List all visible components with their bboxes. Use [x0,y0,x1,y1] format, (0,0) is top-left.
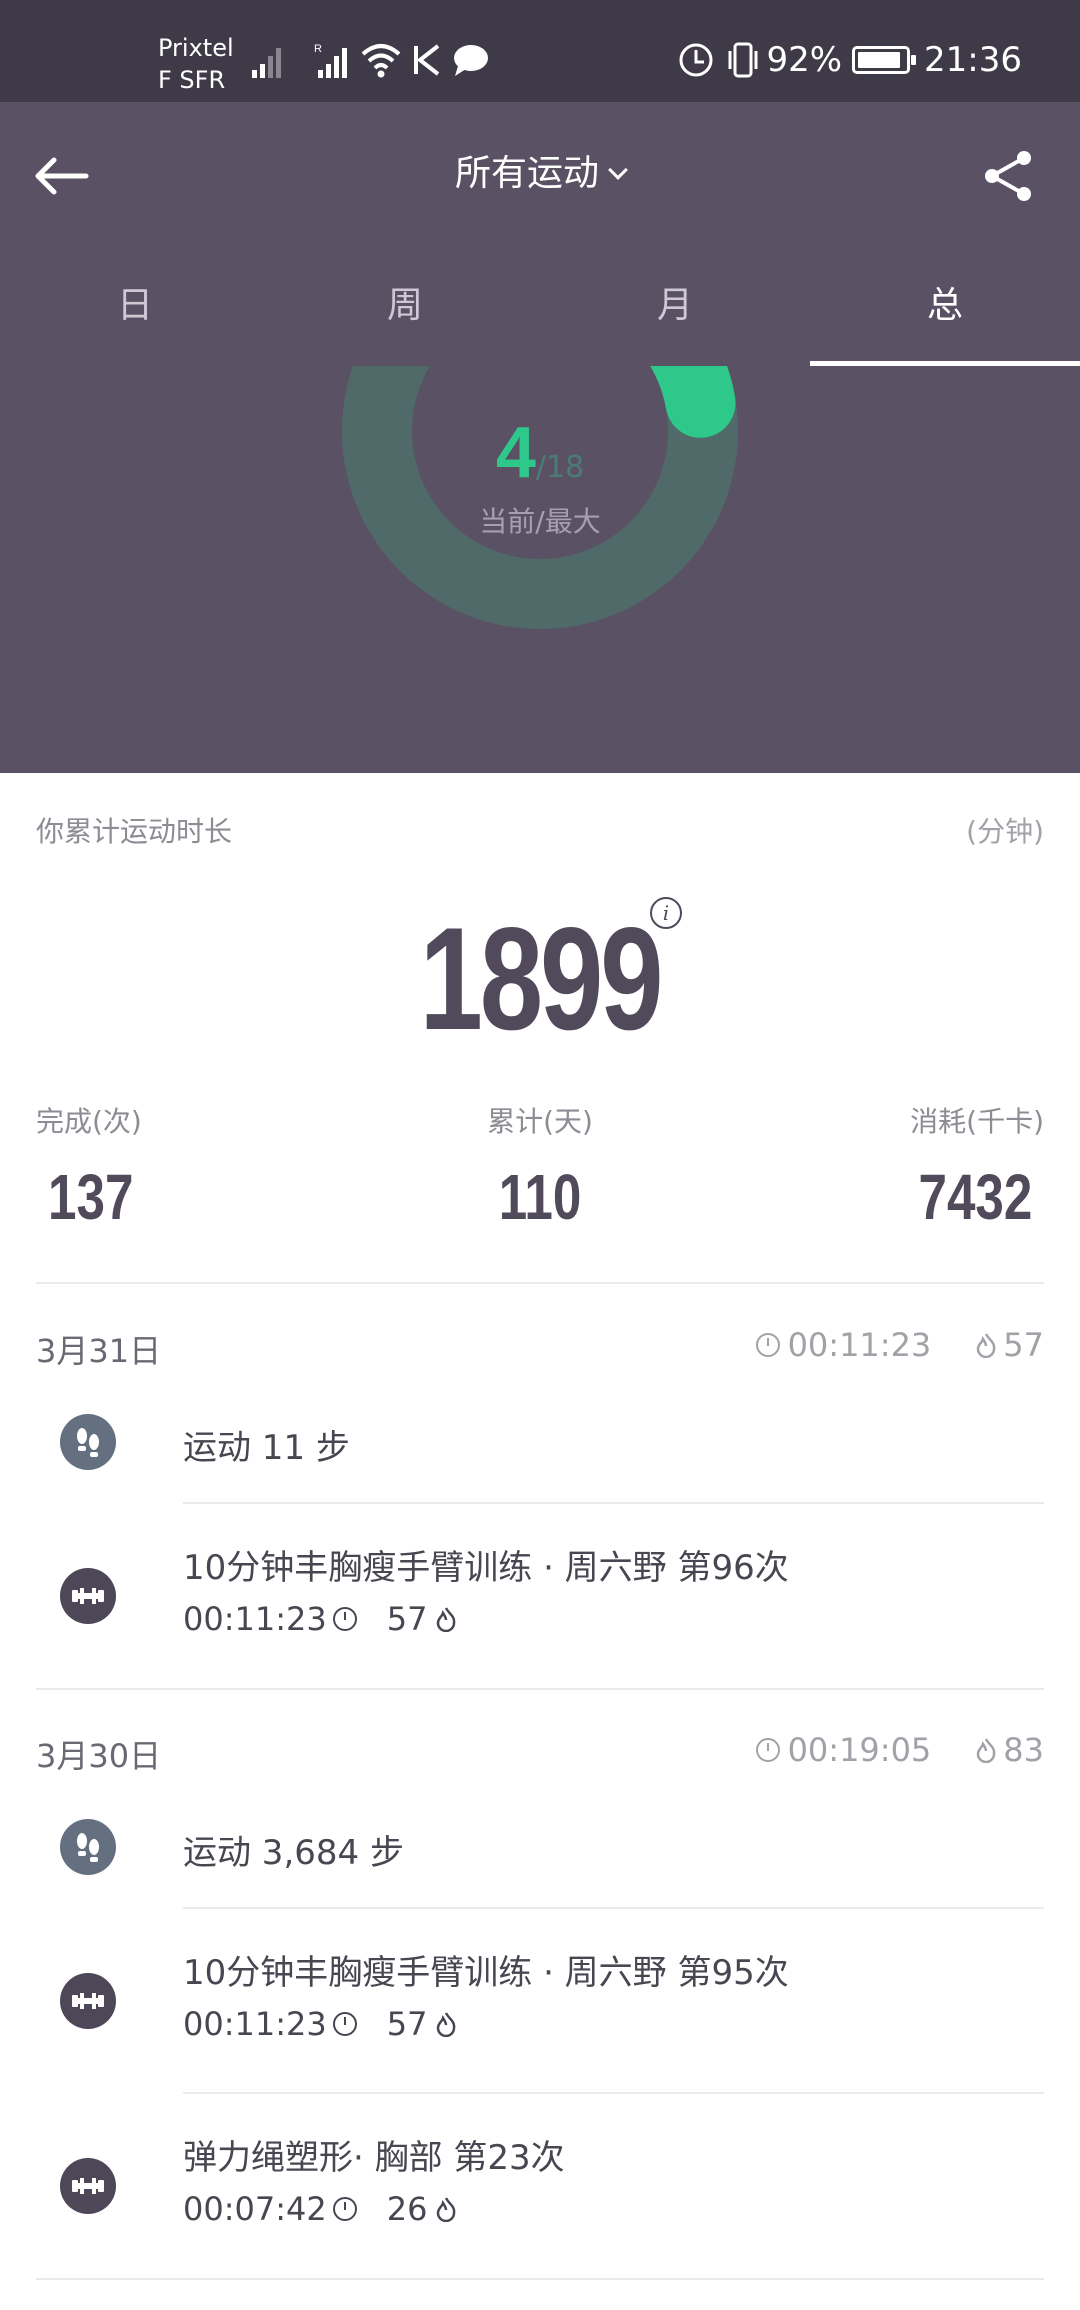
divider [183,2092,1044,2094]
flame-icon [977,1738,996,1763]
list-item[interactable]: 10分钟丰胸瘦手臂训练 · 周六野 第95次 00:11:23 57 [0,1945,1080,2075]
activity-calories: 57 [386,1600,428,1638]
activity-stats: 00:07:42 26 [183,2190,457,2228]
ring-current-value: 4 [495,413,536,493]
footprints-icon [60,1819,116,1875]
battery-percent: 92% [766,40,843,80]
k-app-icon [414,44,440,76]
activity-duration: 00:11:23 [183,1600,327,1638]
day-summary: 00:11:23 57 [755,1326,1044,1364]
divider [183,1502,1044,1504]
day-header: 3月30日 00:19:05 83 [36,1731,1044,1775]
day-calories: 57 [1003,1326,1044,1364]
flame-icon [437,2197,456,2222]
list-item[interactable]: 运动 3,684 步 [0,1815,1080,1915]
day-date: 3月31日 [36,1332,162,1370]
chevron-down-icon [608,160,628,180]
clock-icon [332,1607,357,1631]
divider [36,2278,1044,2280]
progress-ring-panel: 4/18 当前/最大 [0,366,1080,773]
activity-calories: 26 [386,2190,428,2228]
ring-label: 当前/最大 [479,505,601,538]
day-duration: 00:19:05 [787,1731,932,1769]
ring-max-value: /18 [535,450,585,485]
page-title: 所有运动 [454,153,599,194]
day-date: 3月30日 [36,1737,162,1775]
carrier-name: Prixtel F SFR [158,32,234,96]
period-tabs: 日 周 月 总 [0,256,1080,366]
list-item[interactable]: 10分钟丰胸瘦手臂训练 · 周六野 第96次 00:11:23 57 [0,1540,1080,1670]
clock-icon [755,1738,780,1762]
activity-duration: 00:11:23 [183,2005,327,2043]
clock-icon [755,1333,780,1357]
flame-icon [437,2012,456,2037]
activity-title: 弹力绳塑形· 胸部 第23次 [183,2138,565,2178]
clock-icon [332,2012,357,2036]
divider [36,1282,1044,1284]
list-item[interactable]: 弹力绳塑形· 胸部 第23次 00:07:42 26 [0,2130,1080,2260]
divider [36,1688,1044,1690]
day-header: 3月31日 00:11:23 57 [36,1326,1044,1370]
status-bar: Prixtel F SFR R 92% 21:36 [0,0,1080,102]
battery-icon [852,46,917,74]
stat-label-calories: 消耗(千卡) [910,1105,1044,1138]
summary-label: 你累计运动时长 [36,815,233,848]
list-item[interactable]: 运动 11 步 [0,1410,1080,1510]
dumbbell-icon [60,2158,116,2214]
app-header: 所有运动 日 周 月 总 [0,102,1080,366]
info-icon[interactable]: i [650,897,682,929]
vibrate-icon [728,42,758,78]
activity-title: 运动 3,684 步 [183,1833,404,1873]
activity-title: 10分钟丰胸瘦手臂训练 · 周六野 第95次 [183,1953,789,1993]
sport-filter-dropdown[interactable]: 所有运动 [0,142,1080,206]
day-duration: 00:11:23 [787,1326,932,1364]
status-right: 92% 21:36 [678,36,1022,84]
flame-icon [977,1333,996,1358]
ring-readout: 4/18 当前/最大 [340,412,740,540]
clock: 21:36 [924,40,1022,80]
activity-stats: 00:11:23 57 [183,1600,457,1638]
flame-icon [437,1607,456,1632]
summary-unit: (分钟) [966,815,1044,848]
activity-stats: 00:11:23 57 [183,2005,457,2043]
tab-week[interactable]: 周 [270,256,540,366]
tab-total[interactable]: 总 [810,256,1080,366]
share-icon[interactable] [976,144,1040,208]
clock-icon [332,2197,357,2221]
stat-value-calories: 7432 [918,1161,1032,1233]
day-calories: 83 [1003,1731,1044,1769]
activity-calories: 57 [386,2005,428,2043]
message-icon [454,45,488,76]
day-summary: 00:19:05 83 [755,1731,1044,1769]
activity-duration: 00:07:42 [183,2190,327,2228]
wifi-icon [361,44,401,78]
activity-title: 运动 11 步 [183,1428,350,1468]
carrier-line-2: F SFR [158,66,226,94]
total-minutes: 1899 [419,897,664,1060]
dumbbell-icon [60,1568,116,1624]
signal-strength-icon [252,48,281,78]
tab-month[interactable]: 月 [540,256,810,366]
signal-roaming-icon: R [314,43,347,78]
footprints-icon [60,1414,116,1470]
divider [183,1907,1044,1909]
svg-text:R: R [314,43,322,55]
data-saver-icon [679,43,713,77]
activity-title: 10分钟丰胸瘦手臂训练 · 周六野 第96次 [183,1548,789,1588]
tab-day[interactable]: 日 [0,256,270,366]
carrier-line-1: Prixtel [158,34,234,62]
dumbbell-icon [60,1973,116,2029]
stat-value-days: 110 [498,1161,582,1233]
